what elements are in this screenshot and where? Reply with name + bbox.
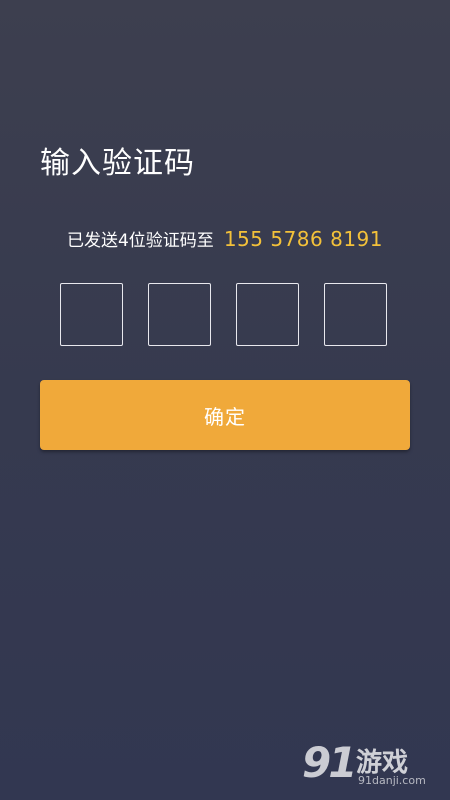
code-digit-1[interactable] xyxy=(60,283,123,346)
code-digit-4[interactable] xyxy=(324,283,387,346)
code-input-row xyxy=(60,283,390,349)
watermark-site: 91danji.com xyxy=(358,774,426,787)
site-watermark-logo: 91 游戏 91danji.com xyxy=(302,738,442,794)
confirm-button[interactable]: 确定 xyxy=(40,380,410,450)
code-digit-2[interactable] xyxy=(148,283,211,346)
verification-screen: 输入验证码 已发送4位验证码至 155 5786 8191 确定 91 游戏 91… xyxy=(0,0,450,800)
page-title: 输入验证码 xyxy=(40,146,195,181)
watermark-number: 91 xyxy=(302,738,357,787)
code-sent-prefix: 已发送4位验证码至 xyxy=(66,231,214,251)
code-sent-message: 已发送4位验证码至 155 5786 8191 xyxy=(0,226,450,251)
phone-number: 155 5786 8191 xyxy=(223,227,383,251)
code-digit-3[interactable] xyxy=(236,283,299,346)
